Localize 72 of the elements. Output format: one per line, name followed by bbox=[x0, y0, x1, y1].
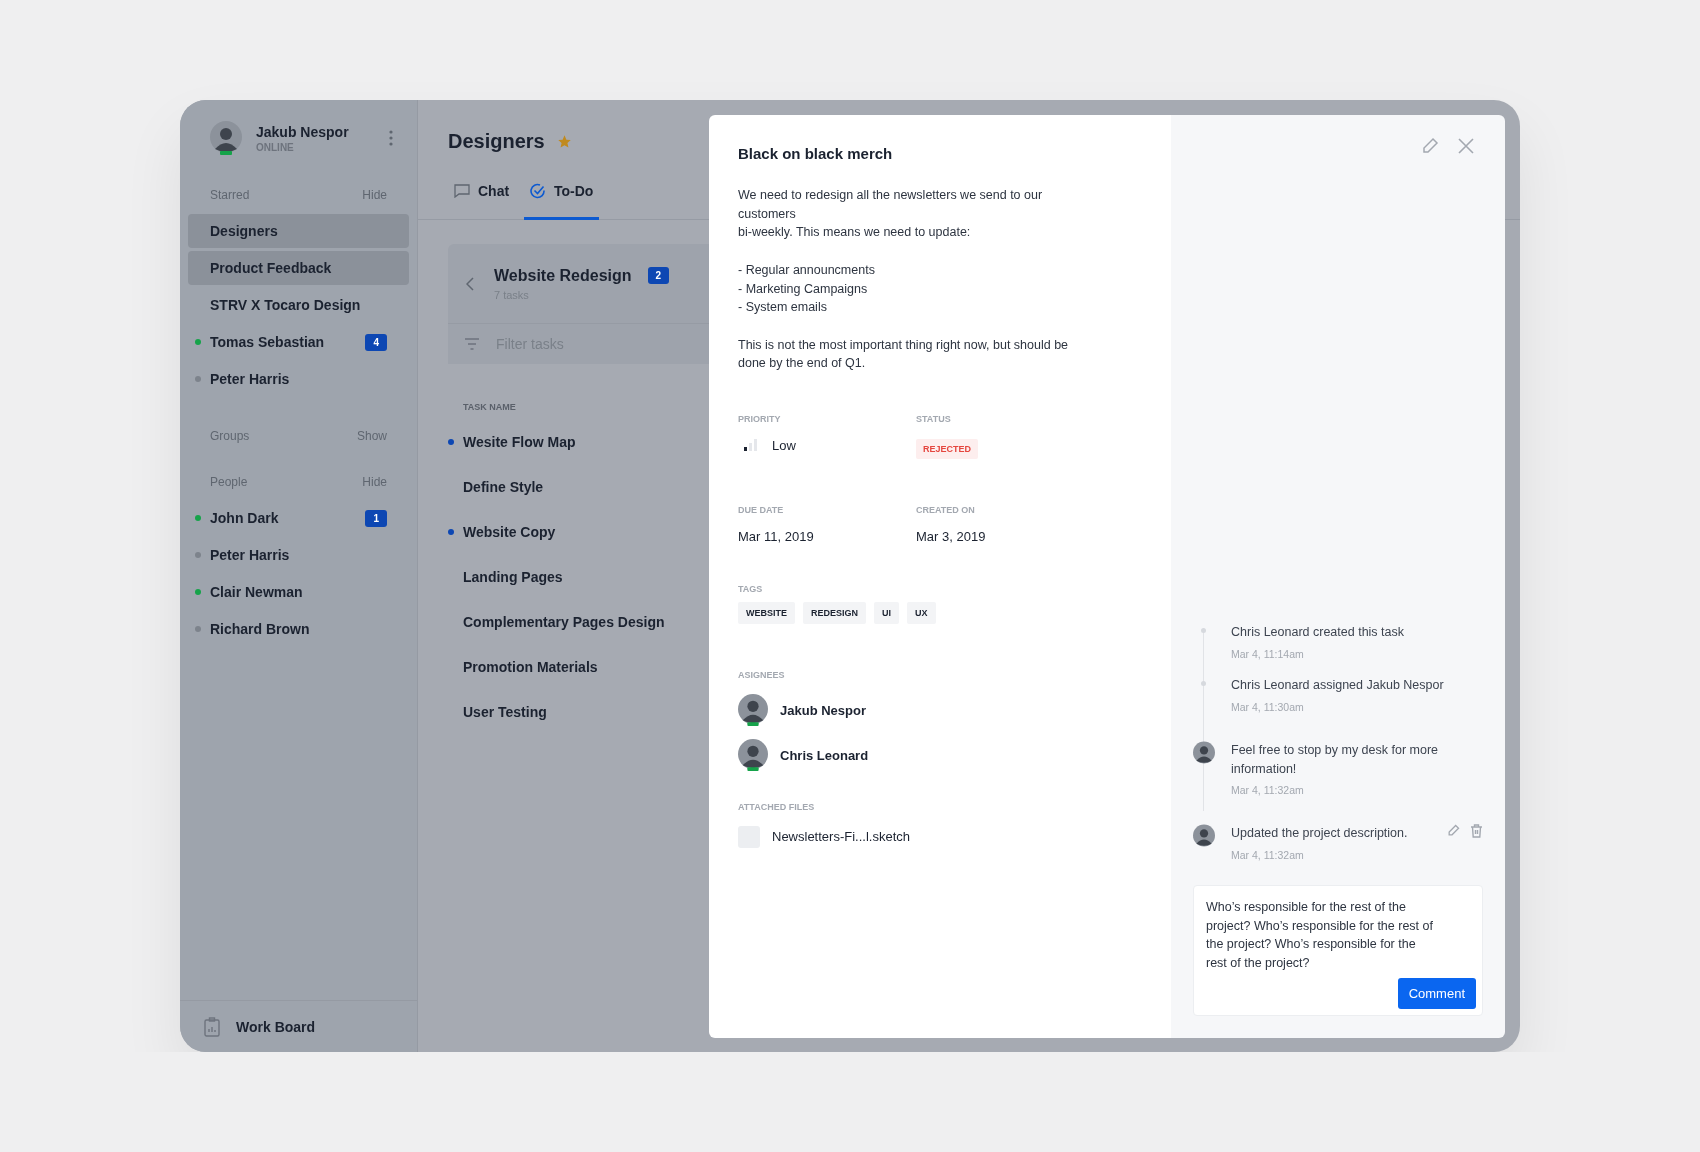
sidebar-item[interactable]: Clair Newman bbox=[188, 575, 409, 609]
edit-button[interactable] bbox=[1421, 137, 1439, 155]
sidebar-item[interactable]: STRV X Tocaro Design bbox=[188, 288, 409, 322]
sidebar-item[interactable]: Richard Brown bbox=[188, 612, 409, 646]
activity-time: Mar 4, 11:32am bbox=[1231, 784, 1305, 797]
delete-button[interactable] bbox=[1470, 824, 1483, 839]
task-item[interactable]: User Testing bbox=[463, 704, 547, 720]
check-icon bbox=[530, 182, 546, 199]
field-label: CREATED ON bbox=[916, 504, 976, 515]
activity-time: Mar 4, 11:14am bbox=[1231, 648, 1305, 661]
task-item[interactable]: Landing Pages bbox=[463, 569, 563, 585]
activity-text: Updated the project description. bbox=[1231, 825, 1409, 843]
task-item[interactable]: Website Copy bbox=[463, 524, 556, 540]
priority-value: Low bbox=[772, 437, 796, 453]
section-label: People bbox=[210, 475, 248, 489]
count-badge: 4 bbox=[365, 333, 387, 351]
tag: UX bbox=[907, 601, 936, 624]
count-badge: 2 bbox=[647, 267, 670, 284]
comment-button[interactable]: Comment bbox=[1397, 978, 1476, 1009]
activity-text: Chris Leonard assigned Jakub Nespor bbox=[1231, 677, 1445, 695]
tab[interactable]: Chat bbox=[448, 164, 518, 220]
field-label: STATUS bbox=[916, 413, 952, 424]
tag: UI bbox=[874, 601, 900, 624]
field-label: ASIGNEES bbox=[738, 669, 786, 680]
work-board-link[interactable]: Work Board bbox=[236, 1018, 316, 1035]
channel-title: Designers bbox=[448, 129, 545, 153]
created-date: Mar 3, 2019 bbox=[916, 528, 987, 544]
more-icon[interactable] bbox=[389, 130, 393, 146]
field-label: ATTACHED FILES bbox=[738, 801, 816, 812]
user-name: Jakub Nespor bbox=[256, 123, 350, 140]
sidebar-item[interactable]: Peter Harris bbox=[188, 538, 409, 572]
due-date: Mar 11, 2019 bbox=[738, 528, 815, 544]
section-label: Starred bbox=[210, 188, 250, 202]
description-paragraph: This is not the most important thing right now, but should be done by the end of Q1. bbox=[738, 336, 1070, 373]
file-link[interactable]: Newsletters-Fi...l.sketch bbox=[772, 829, 910, 845]
comment-field[interactable]: Who’s responsible for the rest of the project? Who’s responsible for the rest of the project? Who’s responsible for the rest of the project? Comment bbox=[1193, 885, 1483, 1016]
tag: REDESIGN bbox=[803, 601, 867, 624]
task-title: Black on black merch bbox=[738, 145, 894, 162]
star-icon[interactable] bbox=[556, 133, 572, 149]
filter-icon bbox=[464, 338, 480, 350]
field-label: PRIORITY bbox=[738, 413, 782, 424]
list-title: Website Redesign bbox=[494, 266, 632, 285]
activity-text: Feel free to stop by my desk for more information! bbox=[1231, 741, 1440, 778]
task-item[interactable]: Promotion Materials bbox=[463, 659, 598, 675]
assignee-name: Chris Leonard bbox=[780, 747, 869, 763]
field-label: TAGS bbox=[738, 583, 764, 594]
back-icon[interactable] bbox=[466, 276, 474, 291]
sidebar-item[interactable]: John Dark 1 bbox=[188, 501, 409, 535]
count-badge: 1 bbox=[365, 509, 387, 527]
field-label: DUE DATE bbox=[738, 504, 785, 515]
status-badge: REJECTED bbox=[916, 438, 978, 459]
chat-icon bbox=[454, 183, 470, 198]
assignee-name: Jakub Nespor bbox=[780, 702, 866, 718]
column-header: TASK NAME bbox=[463, 402, 516, 412]
activity-time: Mar 4, 11:30am bbox=[1231, 700, 1305, 713]
sidebar-item[interactable]: Peter Harris bbox=[188, 362, 409, 396]
commenter-avatar bbox=[1193, 740, 1215, 766]
task-item[interactable]: Complementary Pages Design bbox=[463, 614, 665, 630]
clipboard-icon bbox=[204, 1016, 220, 1037]
close-button[interactable] bbox=[1457, 137, 1475, 155]
sidebar-item[interactable]: Tomas Sebastian 4 bbox=[188, 325, 409, 359]
task-item[interactable]: Wesite Flow Map bbox=[463, 434, 576, 450]
sidebar-item[interactable]: Designers bbox=[188, 214, 409, 248]
task-item[interactable]: Define Style bbox=[463, 479, 544, 495]
tag: WEBSITE bbox=[738, 601, 795, 624]
description-paragraph: - Regular announcments - Marketing Campaigns - System emails bbox=[738, 261, 876, 317]
tab[interactable]: To-Do bbox=[524, 164, 600, 220]
activity-text: Chris Leonard created this task bbox=[1231, 624, 1405, 642]
description-paragraph: We need to redesign all the newsletters we send to our customers bi-weekly. This means we need to update: bbox=[738, 187, 1044, 242]
sidebar-item[interactable]: Product Feedback bbox=[188, 251, 409, 285]
section-label: Groups bbox=[210, 429, 250, 443]
activity-time: Mar 4, 11:32am bbox=[1231, 849, 1305, 861]
